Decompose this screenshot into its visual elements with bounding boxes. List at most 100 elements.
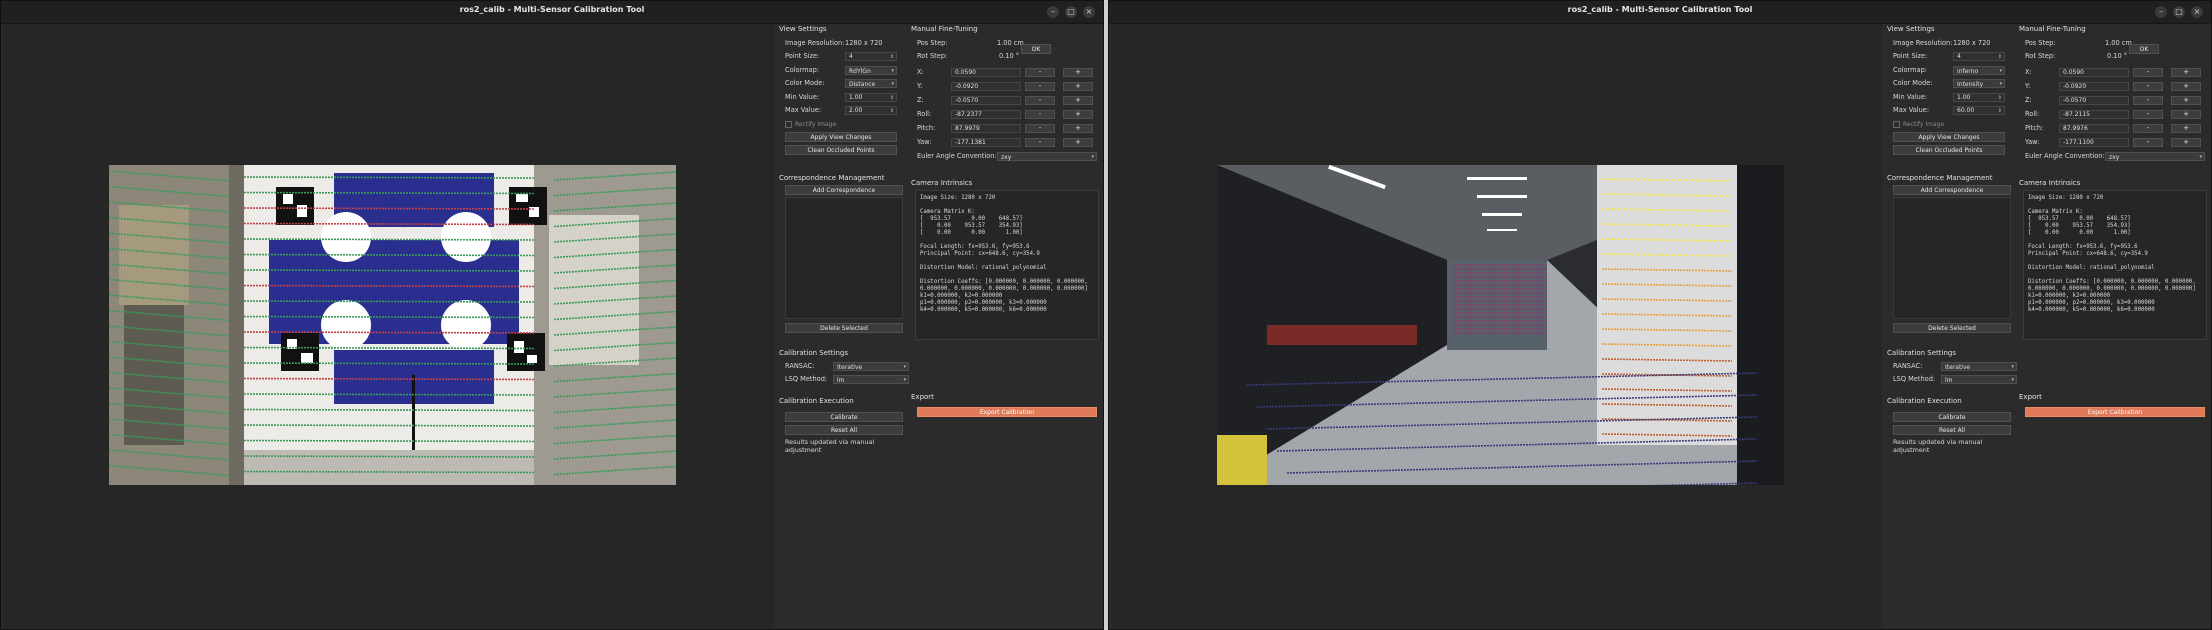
ransac-dropdown[interactable]: Iterative ▾ — [833, 362, 909, 371]
clean-occluded-points-button[interactable]: Clean Occluded Points — [785, 145, 897, 155]
decrement-button[interactable]: - — [2133, 138, 2163, 147]
euler-convention-dropdown[interactable]: zxy ▾ — [2105, 152, 2205, 161]
decrement-button[interactable]: - — [1025, 96, 1055, 105]
decrement-button[interactable]: - — [2133, 68, 2163, 77]
max-value-spinbox[interactable]: 60.00 ⇕ — [1953, 106, 2005, 115]
checkbox-box[interactable] — [1893, 121, 1900, 128]
rot-step-value[interactable]: 0.10 ° — [999, 51, 1019, 62]
calibrate-button[interactable]: Calibrate — [785, 412, 903, 422]
color-mode-dropdown[interactable]: Intensity ▾ — [1953, 79, 2005, 88]
rot-step-value[interactable]: 0.10 ° — [2107, 51, 2127, 62]
export-calibration-button[interactable]: Export Calibration — [2025, 407, 2205, 417]
pose-value-field[interactable]: -177.1100 — [2059, 138, 2129, 147]
pose-value-field[interactable]: 0.0590 — [2059, 68, 2129, 77]
max-value-spinbox[interactable]: 2.00 ⇕ — [845, 106, 897, 115]
minimize-icon[interactable]: – — [1047, 6, 1059, 18]
increment-button[interactable]: + — [2171, 68, 2201, 77]
apply-view-changes-button[interactable]: Apply View Changes — [1893, 132, 2005, 142]
ransac-dropdown[interactable]: Iterative ▾ — [1941, 362, 2017, 371]
euler-convention-dropdown[interactable]: zxy ▾ — [997, 152, 1097, 161]
camera-image[interactable] — [1217, 165, 1784, 485]
min-value-label: Min Value: — [1893, 93, 1928, 101]
increment-button[interactable]: + — [1063, 138, 1093, 147]
colormap-dropdown[interactable]: RdYlGn ▾ — [845, 66, 897, 75]
close-icon[interactable]: × — [2191, 6, 2203, 18]
min-value-spinbox[interactable]: 1.00 ⇕ — [1953, 93, 2005, 102]
pose-value-field[interactable]: 87.9976 — [2059, 124, 2129, 133]
maximize-icon[interactable]: □ — [1065, 6, 1077, 18]
correspondence-list[interactable] — [785, 197, 903, 319]
pose-value-field[interactable]: -0.0570 — [951, 96, 1021, 105]
correspondence-list[interactable] — [1893, 197, 2011, 319]
color-mode-dropdown[interactable]: Distance ▾ — [845, 79, 897, 88]
decrement-button[interactable]: - — [2133, 110, 2163, 119]
intrinsics-text-area[interactable]: Image Size: 1280 x 720 Camera Matrix K:[ … — [915, 190, 1099, 340]
rectify-image-checkbox[interactable]: Rectify Image — [785, 121, 836, 128]
clean-occluded-points-button[interactable]: Clean Occluded Points — [1893, 145, 2005, 155]
spin-arrows-icon[interactable]: ⇕ — [890, 53, 894, 61]
spin-arrows-icon[interactable]: ⇕ — [890, 94, 894, 102]
export-calibration-button[interactable]: Export Calibration — [917, 407, 1097, 417]
image-viewer[interactable] — [3, 24, 774, 628]
add-correspondence-button[interactable]: Add Correspondence — [785, 185, 903, 195]
increment-button[interactable]: + — [1063, 96, 1093, 105]
increment-button[interactable]: + — [2171, 110, 2201, 119]
spin-arrows-icon[interactable]: ⇕ — [1998, 53, 2002, 61]
camera-image[interactable] — [109, 165, 676, 485]
reset-all-button[interactable]: Reset All — [785, 425, 903, 435]
increment-button[interactable]: + — [2171, 138, 2201, 147]
decrement-button[interactable]: - — [1025, 68, 1055, 77]
minimize-icon[interactable]: – — [2155, 6, 2167, 18]
point-size-spinbox[interactable]: 4 ⇕ — [1953, 52, 2005, 61]
apply-view-changes-button[interactable]: Apply View Changes — [785, 132, 897, 142]
spin-arrows-icon[interactable]: ⇕ — [1998, 94, 2002, 102]
add-correspondence-button[interactable]: Add Correspondence — [1893, 185, 2011, 195]
pose-value-field[interactable]: 87.9979 — [951, 124, 1021, 133]
decrement-button[interactable]: - — [2133, 96, 2163, 105]
calibrate-button[interactable]: Calibrate — [1893, 412, 2011, 422]
colormap-dropdown[interactable]: inferno ▾ — [1953, 66, 2005, 75]
title-bar: ros2_calib - Multi-Sensor Calibration To… — [1, 1, 1103, 24]
pose-value-field[interactable]: -0.0570 — [2059, 96, 2129, 105]
pose-value-field[interactable]: -0.0920 — [951, 82, 1021, 91]
dropdown-arrow-icon: ▾ — [1999, 81, 2002, 87]
decrement-button[interactable]: - — [1025, 110, 1055, 119]
decrement-button[interactable]: - — [1025, 124, 1055, 133]
pose-value-field[interactable]: 0.0590 — [951, 68, 1021, 77]
decrement-button[interactable]: - — [2133, 82, 2163, 91]
decrement-button[interactable]: - — [2133, 124, 2163, 133]
lsq-dropdown[interactable]: lm ▾ — [1941, 375, 2017, 384]
intrinsics-text-area[interactable]: Image Size: 1280 x 720 Camera Matrix K:[ … — [2023, 190, 2207, 340]
point-size-spinbox[interactable]: 4 ⇕ — [845, 52, 897, 61]
pos-step-value[interactable]: 1.00 cm — [997, 38, 1024, 49]
increment-button[interactable]: + — [1063, 82, 1093, 91]
pos-step-value[interactable]: 1.00 cm — [2105, 38, 2132, 49]
increment-button[interactable]: + — [2171, 124, 2201, 133]
spin-arrows-icon[interactable]: ⇕ — [1998, 107, 2002, 115]
increment-button[interactable]: + — [1063, 110, 1093, 119]
rectify-image-checkbox[interactable]: Rectify Image — [1893, 121, 1944, 128]
increment-button[interactable]: + — [2171, 82, 2201, 91]
lsq-dropdown[interactable]: lm ▾ — [833, 375, 909, 384]
pose-value-field[interactable]: -87.2377 — [951, 110, 1021, 119]
delete-selected-button[interactable]: Delete Selected — [1893, 323, 2011, 333]
image-viewer[interactable] — [1111, 24, 1882, 628]
decrement-button[interactable]: - — [1025, 138, 1055, 147]
increment-button[interactable]: + — [1063, 124, 1093, 133]
maximize-icon[interactable]: □ — [2173, 6, 2185, 18]
increment-button[interactable]: + — [1063, 68, 1093, 77]
min-value-spinbox[interactable]: 1.00 ⇕ — [845, 93, 897, 102]
checkbox-box[interactable] — [785, 121, 792, 128]
lsq-row: LSQ Method: lm ▾ — [1893, 374, 2017, 385]
reset-all-button[interactable]: Reset All — [1893, 425, 2011, 435]
delete-selected-button[interactable]: Delete Selected — [785, 323, 903, 333]
increment-button[interactable]: + — [2171, 96, 2201, 105]
close-icon[interactable]: × — [1083, 6, 1095, 18]
colormap-value: RdYlGn — [849, 68, 871, 75]
decrement-button[interactable]: - — [1025, 82, 1055, 91]
lidar-scan-line — [243, 470, 535, 474]
spin-arrows-icon[interactable]: ⇕ — [890, 107, 894, 115]
pose-value-field[interactable]: -0.0920 — [2059, 82, 2129, 91]
pose-value-field[interactable]: -177.1381 — [951, 138, 1021, 147]
pose-value-field[interactable]: -87.2115 — [2059, 110, 2129, 119]
